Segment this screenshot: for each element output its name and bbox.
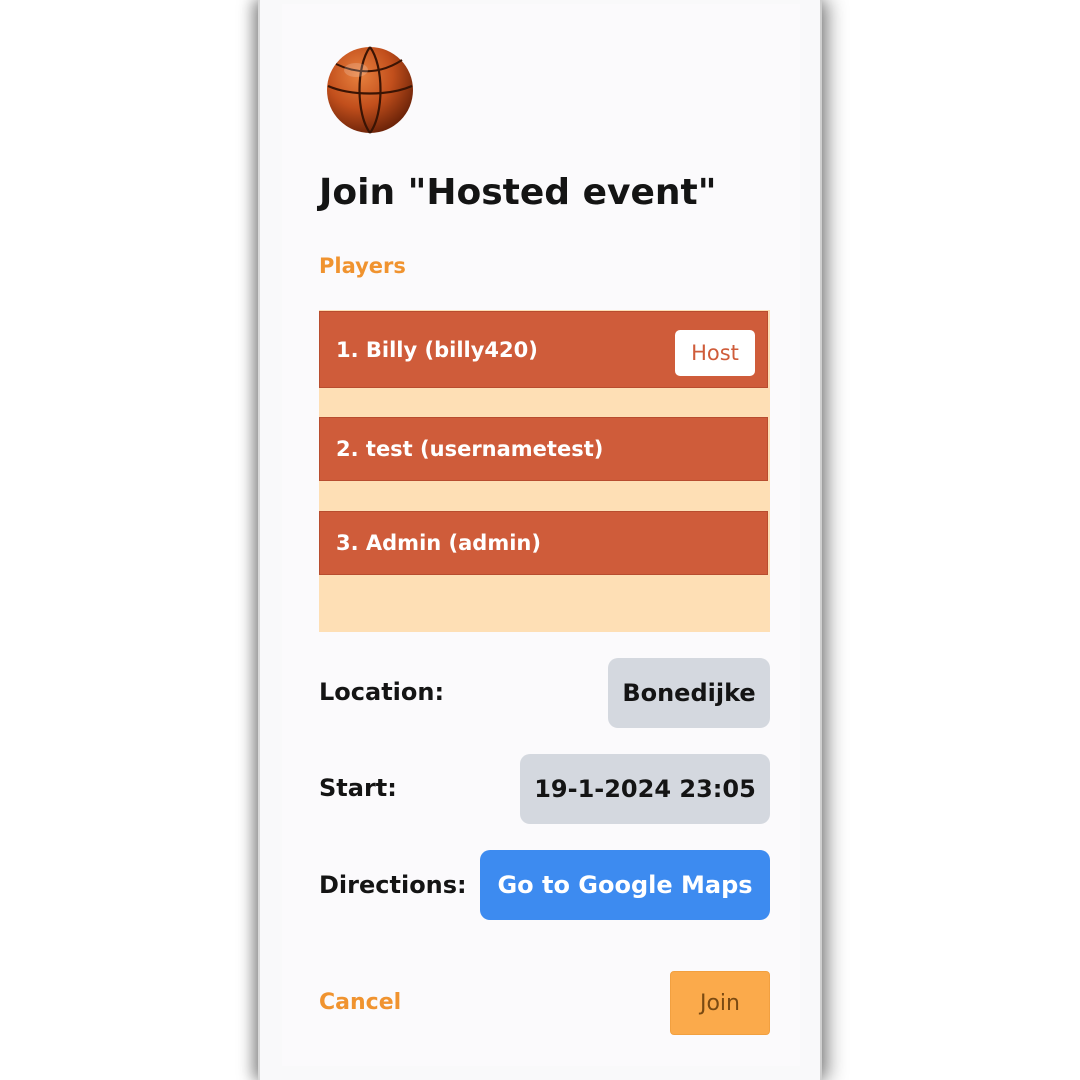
- cancel-button[interactable]: Cancel: [319, 990, 401, 1015]
- player-row-2[interactable]: 2. test (usernametest): [319, 417, 768, 481]
- basketball-icon: [327, 46, 413, 134]
- dialog-title: Join "Hosted event": [319, 172, 717, 213]
- players-heading: Players: [319, 254, 406, 278]
- google-maps-button[interactable]: Go to Google Maps: [480, 850, 770, 920]
- player-name-3: 3. Admin (admin): [336, 531, 541, 555]
- directions-label: Directions:: [319, 871, 467, 899]
- player-name-2: 2. test (usernametest): [336, 437, 604, 461]
- join-button[interactable]: Join: [670, 971, 770, 1035]
- location-value: Bonedijke: [608, 658, 770, 728]
- screen: Join "Hosted event" Players 1. Billy (bi…: [0, 0, 1080, 1080]
- host-badge: Host: [675, 330, 755, 376]
- start-label: Start:: [319, 774, 397, 802]
- players-list: 1. Billy (billy420) Host 2. test (userna…: [319, 310, 770, 632]
- start-value: 19-1-2024 23:05: [520, 754, 770, 824]
- location-label: Location:: [319, 678, 445, 706]
- player-name-1: 1. Billy (billy420): [336, 337, 538, 362]
- player-row-1[interactable]: 1. Billy (billy420) Host: [319, 311, 768, 388]
- player-row-3[interactable]: 3. Admin (admin): [319, 511, 768, 575]
